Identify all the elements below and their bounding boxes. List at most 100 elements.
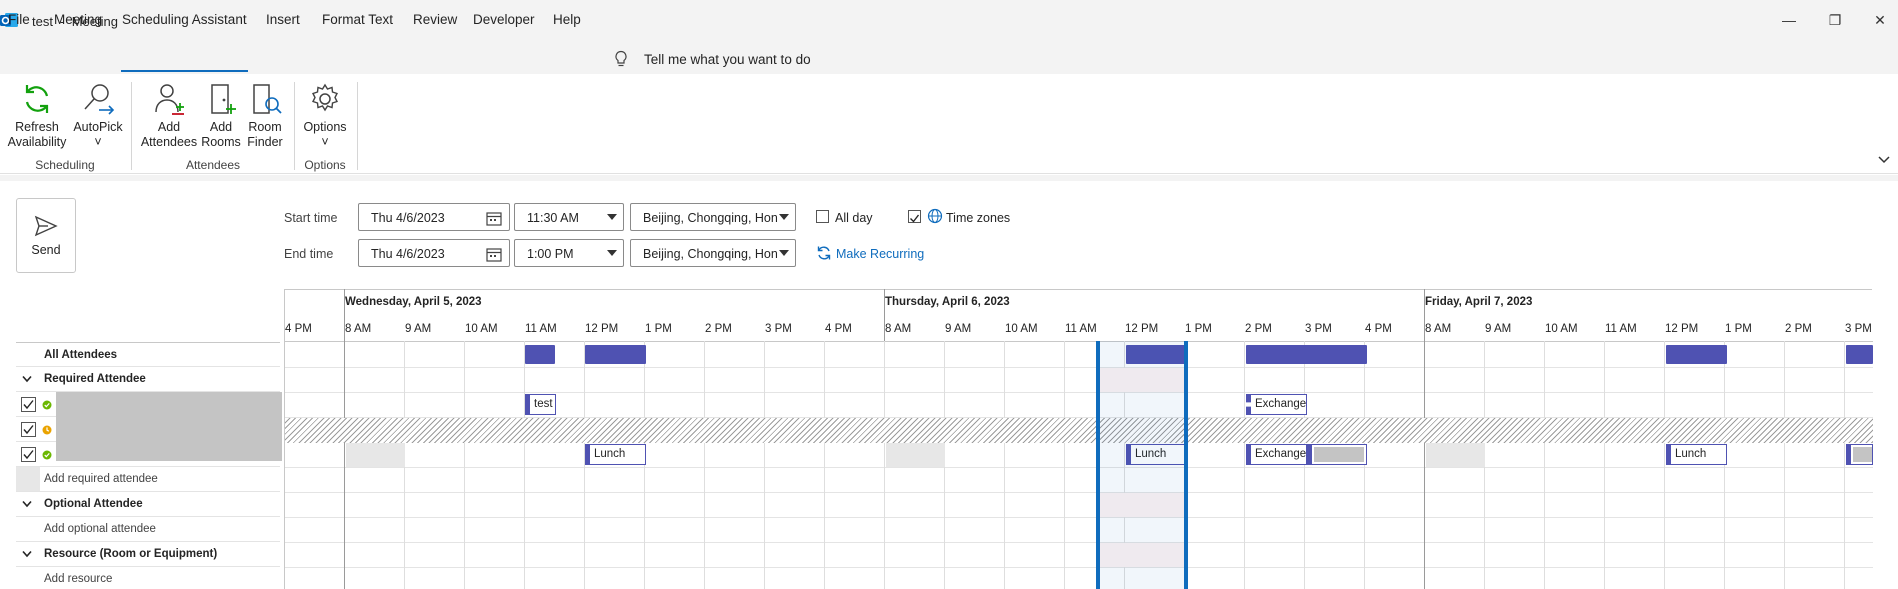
hour-label: 8 AM [885, 323, 912, 335]
chevron-down-icon[interactable] [607, 250, 617, 256]
ribbon-divider [0, 175, 1898, 181]
calendar-icon[interactable] [486, 247, 502, 262]
appointment-block[interactable]: Exchange [1246, 394, 1307, 415]
hour-line [1724, 341, 1725, 589]
gear-icon [312, 83, 338, 112]
start-time-field[interactable]: 11:30 AM [514, 203, 624, 231]
busy-block[interactable] [1846, 345, 1873, 364]
tab-review[interactable]: Review [413, 12, 457, 27]
start-timezone-value: Beijing, Chongqing, Hon [643, 211, 778, 225]
room-finder-icon [253, 84, 282, 114]
hour-label: 10 AM [1005, 323, 1038, 335]
active-tab-indicator [121, 70, 248, 72]
tab-developer[interactable]: Developer [473, 12, 535, 27]
options-dropdown-icon: ˅ [321, 135, 329, 149]
add-optional-attendee-input[interactable]: Add optional attendee [44, 523, 156, 535]
hour-label: 3 PM [1305, 323, 1332, 335]
chevron-down-icon[interactable] [22, 500, 32, 508]
appointment-block[interactable]: Exchange [1246, 444, 1307, 465]
options-button[interactable]: Options ˅ [300, 82, 350, 150]
attendee-checkbox[interactable] [21, 447, 36, 462]
send-button[interactable]: Send [16, 198, 76, 273]
hour-label: 12 PM [1665, 323, 1699, 335]
add-attendees-button[interactable]: Add Attendees [140, 82, 198, 150]
busy-block[interactable] [1246, 345, 1367, 364]
options-line1: Options [303, 120, 347, 134]
tab-insert[interactable]: Insert [266, 12, 300, 27]
start-date-field[interactable]: Thu 4/6/2023 [358, 203, 510, 231]
tab-format-text[interactable]: Format Text [322, 12, 393, 27]
hour-line [1784, 341, 1785, 589]
busy-block[interactable] [525, 345, 555, 364]
time-zones-checkbox[interactable] [908, 210, 921, 223]
resource-header[interactable]: Resource (Room or Equipment) [16, 542, 280, 567]
refresh-availability-button[interactable]: Refresh Availability [6, 82, 68, 150]
hour-line [1364, 341, 1365, 589]
add-required-attendee-input[interactable]: Add required attendee [44, 473, 158, 485]
add-resource-input[interactable]: Add resource [44, 573, 112, 585]
autopick-button[interactable]: AutoPick ˅ [70, 82, 126, 150]
meeting-time-selection[interactable] [1096, 341, 1188, 589]
hour-line [884, 341, 885, 589]
add-rooms-button[interactable]: Add Rooms [200, 82, 242, 150]
all-day-checkbox[interactable] [816, 210, 829, 223]
close-button[interactable]: ✕ [1870, 10, 1890, 30]
end-time-field[interactable]: 1:00 PM [514, 239, 624, 267]
group-options-label: Options [304, 158, 346, 172]
hour-label: 10 AM [465, 323, 498, 335]
busy-block[interactable] [1666, 345, 1727, 364]
make-recurring-link[interactable]: Make Recurring [836, 247, 924, 261]
appointment-block[interactable] [1846, 444, 1873, 465]
hour-label: 10 AM [1545, 323, 1578, 335]
chevron-down-icon[interactable] [779, 214, 789, 220]
tab-meeting[interactable]: Meeting [54, 12, 102, 27]
attendee-checkbox[interactable] [21, 422, 36, 437]
chevron-down-icon[interactable] [607, 214, 617, 220]
appointment-block[interactable]: Lunch [1666, 444, 1727, 465]
chevron-down-icon[interactable] [779, 250, 789, 256]
hour-line [1844, 341, 1845, 589]
add-resource-row[interactable]: Add resource [16, 567, 280, 589]
tab-file[interactable]: File [8, 12, 30, 27]
appointment-block[interactable]: test [525, 394, 556, 415]
optional-attendee-header[interactable]: Optional Attendee [16, 492, 280, 517]
tab-help[interactable]: Help [553, 12, 581, 27]
globe-icon [927, 208, 943, 224]
off-hours-block [886, 443, 945, 467]
chevron-down-icon[interactable] [22, 375, 32, 383]
hour-label: 3 PM [1845, 323, 1872, 335]
day-header: Friday, April 7, 2023 [1425, 296, 1533, 308]
required-attendee-header[interactable]: Required Attendee [16, 367, 280, 392]
day-header: Wednesday, April 5, 2023 [345, 296, 482, 308]
calendar-icon[interactable] [486, 211, 502, 226]
chevron-down-icon[interactable] [1877, 153, 1891, 167]
hour-label: 2 PM [705, 323, 732, 335]
hour-label: 1 PM [645, 323, 672, 335]
hour-label: 1 PM [1185, 323, 1212, 335]
time-zones-label: Time zones [946, 211, 1011, 225]
end-timezone-select[interactable]: Beijing, Chongqing, Hon [630, 239, 796, 267]
minimize-button[interactable]: — [1779, 10, 1799, 30]
restore-button[interactable]: ❐ [1825, 10, 1845, 30]
hour-line [524, 341, 525, 589]
busy-block[interactable] [585, 345, 646, 364]
hour-label: 11 AM [1605, 323, 1637, 335]
recurrence-icon[interactable] [816, 245, 832, 261]
checkmark-icon [23, 425, 34, 435]
room-finder-button[interactable]: Room Finder [244, 82, 286, 150]
end-date-field[interactable]: Thu 4/6/2023 [358, 239, 510, 267]
add-optional-attendee-row[interactable]: Add optional attendee [16, 517, 280, 542]
attendee-checkbox[interactable] [21, 397, 36, 412]
hour-label: 11 AM [525, 323, 557, 335]
hour-line [824, 341, 825, 589]
chevron-down-icon[interactable] [22, 550, 32, 558]
required-attendee-label: Required Attendee [44, 373, 146, 385]
appointment-block[interactable] [1307, 444, 1367, 465]
hour-line [764, 341, 765, 589]
tell-me-search[interactable]: Tell me what you want to do [644, 52, 811, 67]
appointment-block[interactable]: Lunch [585, 444, 646, 465]
tab-scheduling-assistant[interactable]: Scheduling Assistant [122, 12, 247, 27]
start-timezone-select[interactable]: Beijing, Chongqing, Hon [630, 203, 796, 231]
hour-line [1604, 341, 1605, 589]
add-required-attendee-row[interactable]: Add required attendee [16, 467, 280, 492]
